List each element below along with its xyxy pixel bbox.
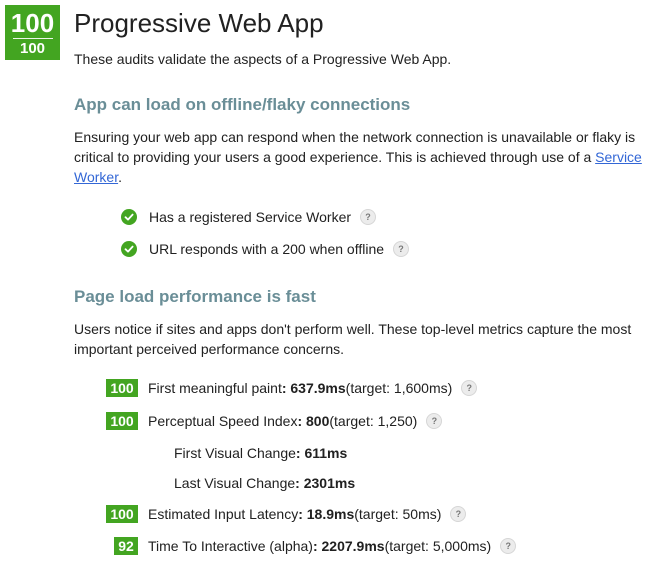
metric-target: (target: 5,000ms)	[384, 538, 492, 554]
metric-estimated-input-latency: 100 Estimated Input Latency: 18.9ms (tar…	[106, 503, 467, 525]
help-icon[interactable]: ?	[461, 380, 478, 396]
section-description-offline: Ensuring your web app can respond when t…	[74, 127, 646, 187]
help-icon[interactable]: ?	[360, 209, 377, 225]
metric-time-to-interactive: 92 Time To Interactive (alpha): 2207.9ms…	[106, 535, 517, 557]
audit-registered-service-worker: Has a registered Service Worker ?	[121, 206, 377, 228]
sub-metric-last-visual-change: Last Visual Change: 2301ms	[174, 473, 355, 493]
metric-value: : 637.9ms	[281, 380, 346, 396]
help-icon[interactable]: ?	[500, 538, 517, 554]
metric-target: (target: 1,250)	[329, 413, 418, 429]
sub-metric-label: Last Visual Change	[174, 475, 296, 491]
sub-metric-value: : 611ms	[295, 445, 348, 461]
audit-offline-200: URL responds with a 200 when offline ?	[121, 238, 410, 260]
pass-check-icon	[121, 209, 137, 225]
metric-label: Perceptual Speed Index	[148, 413, 298, 429]
category-description: These audits validate the aspects of a P…	[74, 51, 452, 67]
metric-first-meaningful-paint: 100 First meaningful paint: 637.9ms (tar…	[106, 377, 478, 399]
score-divider	[12, 38, 53, 39]
section-heading-offline: App can load on offline/flaky connection…	[74, 95, 411, 114]
sub-metric-value: : 2301ms	[295, 475, 356, 491]
sub-metric-first-visual-change: First Visual Change: 611ms	[174, 443, 347, 463]
help-icon[interactable]: ?	[450, 506, 467, 522]
metric-score-badge: 92	[114, 537, 138, 555]
metric-target: (target: 1,600ms)	[345, 380, 453, 396]
metric-value: : 800	[297, 413, 330, 429]
audit-label: Has a registered Service Worker	[149, 209, 352, 225]
pass-check-icon	[121, 241, 137, 257]
page-title: Progressive Web App	[74, 8, 324, 38]
section-description-performance: Users notice if sites and apps don't per…	[74, 321, 632, 357]
category-score-badge: 100 100	[5, 5, 60, 60]
metric-label: Time To Interactive (alpha)	[148, 538, 313, 554]
metric-perceptual-speed-index: 100 Perceptual Speed Index: 800 (target:…	[106, 410, 443, 432]
metric-score-badge: 100	[106, 505, 138, 523]
audit-label: URL responds with a 200 when offline	[149, 241, 385, 257]
help-icon[interactable]: ?	[393, 241, 410, 257]
metric-target: (target: 50ms)	[354, 506, 442, 522]
category-score-sub: 100	[19, 40, 46, 57]
help-icon[interactable]: ?	[426, 413, 443, 429]
offline-description-end: .	[118, 169, 122, 185]
metric-score-badge: 100	[106, 379, 138, 397]
metric-label: First meaningful paint	[148, 380, 282, 396]
metric-value: : 2207.9ms	[312, 538, 385, 554]
sub-metric-label: First Visual Change	[174, 445, 296, 461]
section-heading-performance: Page load performance is fast	[74, 287, 316, 306]
offline-description-text: Ensuring your web app can respond when t…	[74, 129, 636, 165]
category-score: 100	[10, 8, 55, 38]
metric-score-badge: 100	[106, 412, 138, 430]
metric-value: : 18.9ms	[298, 506, 355, 522]
metric-label: Estimated Input Latency	[148, 506, 299, 522]
